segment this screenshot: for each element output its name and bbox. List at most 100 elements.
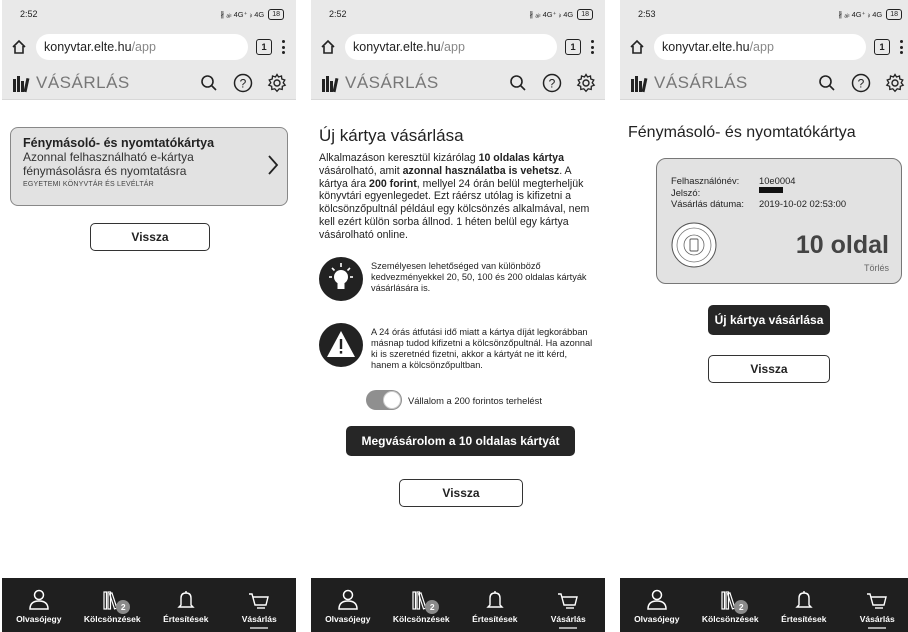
section-title: Új kártya vásárlása bbox=[319, 126, 464, 145]
loan-count-badge: 2 bbox=[116, 600, 131, 614]
nav-label: Vásárlás bbox=[550, 614, 586, 624]
page-title: VÁSÁRLÁS bbox=[36, 72, 130, 92]
app-header: VÁSÁRLÁS ? bbox=[311, 66, 605, 100]
consent-label: Vállalom a 200 forintos terhelést bbox=[408, 394, 542, 406]
lightbulb-icon bbox=[319, 257, 363, 301]
settings-gear-icon[interactable] bbox=[575, 72, 597, 94]
loan-count-badge: 2 bbox=[734, 600, 749, 614]
nav-ertesitesek[interactable]: Értesítések bbox=[458, 578, 532, 632]
loan-count-badge: 2 bbox=[425, 600, 440, 614]
url-path: /app bbox=[131, 40, 156, 54]
back-button[interactable]: Vissza bbox=[399, 479, 523, 507]
info-warning-text: A 24 órás átfutási idő miatt a kártya dí… bbox=[371, 327, 593, 370]
tab-count-button[interactable]: 1 bbox=[565, 39, 581, 55]
copy-card-product[interactable]: Fénymásoló- és nyomtatókártya Azonnal fe… bbox=[10, 127, 288, 206]
nav-ertesitesek[interactable]: Értesítések bbox=[767, 578, 841, 632]
bottom-nav: Olvasójegy 2 Kölcsönzések Értesítések Vá… bbox=[620, 578, 908, 632]
nav-olvasojegy[interactable]: Olvasójegy bbox=[620, 578, 694, 632]
tab-count-button[interactable]: 1 bbox=[874, 39, 890, 55]
status-bar: 2:53 ∦ ₐᵢₗ 4G⁺ ᵢₗ 4G 18 bbox=[620, 0, 908, 28]
nav-vasarlas[interactable]: Vásárlás bbox=[223, 578, 297, 632]
more-menu-icon[interactable] bbox=[589, 40, 595, 54]
home-icon[interactable] bbox=[10, 38, 28, 56]
back-button[interactable]: Vissza bbox=[90, 223, 210, 251]
bottom-nav: Olvasójegy 2 Kölcsönzések Értesítések Vá… bbox=[311, 578, 605, 632]
home-icon[interactable] bbox=[628, 38, 646, 56]
nav-kolcsonzesek[interactable]: 2 Kölcsönzések bbox=[76, 578, 150, 632]
url-field[interactable]: konyvtar.elte.hu/app bbox=[36, 34, 248, 60]
warning-icon bbox=[319, 323, 363, 367]
consent-toggle[interactable] bbox=[366, 390, 402, 410]
home-icon[interactable] bbox=[319, 38, 337, 56]
settings-gear-icon[interactable] bbox=[884, 72, 906, 94]
more-menu-icon[interactable] bbox=[280, 40, 286, 54]
svg-text:?: ? bbox=[549, 76, 556, 90]
help-icon[interactable]: ? bbox=[232, 72, 254, 94]
signal-icons: ∦ ₐᵢₗ 4G⁺ ᵢₗ 4G bbox=[529, 9, 574, 19]
nav-ertesitesek[interactable]: Értesítések bbox=[149, 578, 223, 632]
nav-kolcsonzesek[interactable]: 2 Kölcsönzések bbox=[385, 578, 459, 632]
help-icon[interactable]: ? bbox=[541, 72, 563, 94]
info-warning: A 24 órás átfutási idő miatt a kártya dí… bbox=[319, 323, 595, 371]
delete-link[interactable]: Törlés bbox=[864, 263, 889, 273]
main-content: Fénymásoló- és nyomtatókártya Azonnal fe… bbox=[2, 100, 296, 578]
active-indicator bbox=[250, 627, 269, 629]
status-bar: 2:52 ∦ ₐᵢₗ 4G⁺ ᵢₗ 4G 18 bbox=[2, 0, 296, 28]
product-source: EGYETEMI KÖNYVTÁR ÉS LEVÉLTÁR bbox=[23, 181, 154, 188]
card-details: Felhasználónév: 10e0004 Jelszó: Vásárlás … bbox=[671, 175, 846, 210]
tab-count-button[interactable]: 1 bbox=[256, 39, 272, 55]
purchased-card: Felhasználónév: 10e0004 Jelszó: Vásárlás … bbox=[656, 158, 902, 284]
nav-label: Olvasójegy bbox=[634, 614, 680, 624]
url-domain: konyvtar.elte.hu bbox=[353, 40, 441, 54]
nav-vasarlas[interactable]: Vásárlás bbox=[841, 578, 908, 632]
nav-label: Kölcsönzések bbox=[83, 614, 141, 624]
info-discounts: Személyesen lehetőséged van különböző ke… bbox=[319, 257, 595, 301]
product-desc-line1: Azonnal felhasználható e-kártya bbox=[23, 150, 194, 164]
library-logo-icon bbox=[13, 75, 30, 92]
university-seal-icon bbox=[671, 222, 717, 268]
svg-text:?: ? bbox=[858, 76, 865, 90]
consent-row: Vállalom a 200 forintos terhelést bbox=[366, 390, 542, 410]
app-header: VÁSÁRLÁS ? bbox=[620, 66, 908, 100]
nav-vasarlas[interactable]: Vásárlás bbox=[532, 578, 606, 632]
bottom-nav: Olvasójegy 2 Kölcsönzések Értesítések Vá… bbox=[2, 578, 296, 632]
username-value: 10e0004 bbox=[759, 175, 796, 186]
password-redacted bbox=[759, 186, 783, 193]
cart-icon bbox=[867, 593, 888, 609]
url-path: /app bbox=[440, 40, 465, 54]
library-logo-icon bbox=[322, 75, 339, 92]
nav-label: Kölcsönzések bbox=[701, 614, 759, 624]
more-menu-icon[interactable] bbox=[898, 40, 904, 54]
nav-olvasojegy[interactable]: Olvasójegy bbox=[311, 578, 385, 632]
search-icon[interactable] bbox=[507, 72, 529, 94]
url-field[interactable]: konyvtar.elte.hu/app bbox=[654, 34, 866, 60]
nav-label: Vásárlás bbox=[241, 614, 277, 624]
bell-icon bbox=[795, 591, 813, 608]
main-content: Fénymásoló- és nyomtatókártya Felhasznál… bbox=[620, 100, 908, 578]
settings-gear-icon[interactable] bbox=[266, 72, 288, 94]
nav-olvasojegy[interactable]: Olvasójegy bbox=[2, 578, 76, 632]
password-label: Jelszó: bbox=[671, 186, 701, 198]
active-indicator bbox=[559, 627, 578, 629]
library-logo-icon bbox=[631, 75, 648, 92]
screen-2: 2:52 ∦ ₐᵢₗ 4G⁺ ᵢₗ 4G 18 konyvtar.elte.hu /… bbox=[311, 0, 605, 632]
new-card-button[interactable]: Új kártya vásárlása bbox=[708, 305, 830, 335]
nav-kolcsonzesek[interactable]: 2 Kölcsönzések bbox=[694, 578, 768, 632]
url-field[interactable]: konyvtar.elte.hu/app bbox=[345, 34, 557, 60]
signal-icons: ∦ ₐᵢₗ 4G⁺ ᵢₗ 4G bbox=[220, 9, 265, 19]
person-icon bbox=[28, 589, 49, 610]
search-icon[interactable] bbox=[816, 72, 838, 94]
url-path: /app bbox=[749, 40, 774, 54]
help-icon[interactable]: ? bbox=[850, 72, 872, 94]
status-time: 2:52 bbox=[20, 9, 38, 19]
nav-label: Értesítések bbox=[472, 614, 518, 624]
chevron-right-icon bbox=[268, 155, 279, 175]
bell-icon bbox=[486, 591, 504, 608]
active-indicator bbox=[868, 627, 887, 629]
desc-bold: 10 oldalas kártya bbox=[478, 152, 564, 164]
battery-icon: 18 bbox=[577, 8, 593, 20]
buy-card-button[interactable]: Megvásárolom a 10 oldalas kártyát bbox=[346, 426, 575, 456]
back-button[interactable]: Vissza bbox=[708, 355, 830, 383]
search-icon[interactable] bbox=[198, 72, 220, 94]
info-discounts-text: Személyesen lehetőséged van különböző ke… bbox=[371, 261, 587, 293]
